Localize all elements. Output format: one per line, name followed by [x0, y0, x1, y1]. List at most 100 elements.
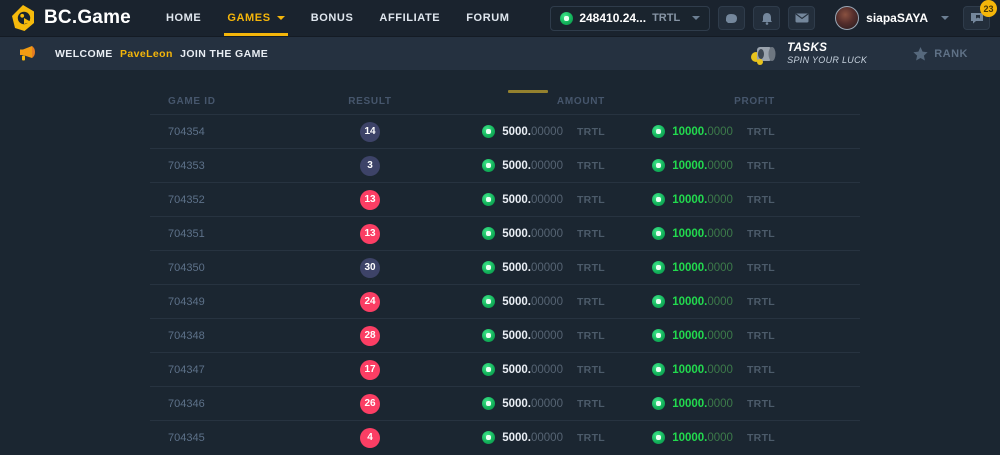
profit-cell: 10000.0000 TRTL: [605, 431, 775, 444]
profit-cell: 10000.0000 TRTL: [605, 261, 775, 274]
megaphone-icon: [18, 45, 37, 62]
trtl-coin-icon: [652, 227, 665, 240]
profit-dec: 0000: [707, 126, 733, 138]
brand-logo[interactable]: BC.Game: [10, 4, 131, 32]
username: siapaSAYA: [866, 11, 928, 25]
nav-home[interactable]: HOME: [153, 0, 214, 36]
trtl-coin-icon: [652, 125, 665, 138]
trtl-coin-icon: [652, 159, 665, 172]
result-badge: 24: [360, 292, 380, 312]
trtl-coin-icon: [482, 431, 495, 444]
nav-forum[interactable]: FORUM: [453, 0, 522, 36]
profit-cell: 10000.0000 TRTL: [605, 295, 775, 308]
table-row[interactable]: 704349 24 5000.00000 TRTL 10000.0000 TRT…: [150, 284, 860, 318]
trtl-coin-icon: [652, 295, 665, 308]
balance-selector[interactable]: 248410.24... TRTL: [550, 6, 710, 31]
table-row[interactable]: 704350 30 5000.00000 TRTL 10000.0000 TRT…: [150, 250, 860, 284]
amount-cell: 5000.00000 TRTL: [430, 261, 605, 274]
trtl-coin-icon: [482, 295, 495, 308]
profit-dec: 0000: [707, 194, 733, 206]
amount-cell: 5000.00000 TRTL: [430, 329, 605, 342]
result-badge: 4: [360, 428, 380, 448]
welcome-username: PaveLeon: [120, 48, 173, 60]
profit-int: 10000.: [672, 194, 707, 206]
trtl-coin-icon: [652, 363, 665, 376]
trtl-coin-icon: [652, 431, 665, 444]
nav-bonus[interactable]: BONUS: [298, 0, 367, 36]
amount-int: 5000.: [502, 262, 531, 274]
amount-currency: TRTL: [577, 194, 605, 206]
profit-cell: 10000.0000 TRTL: [605, 193, 775, 206]
profit-int: 10000.: [672, 432, 707, 444]
profit-dec: 0000: [707, 296, 733, 308]
amount-dec: 00000: [531, 262, 563, 274]
amount-currency: TRTL: [577, 262, 605, 274]
profit-currency: TRTL: [747, 432, 775, 444]
column-profit: PROFIT: [605, 96, 775, 107]
game-id: 704351: [150, 228, 310, 240]
table-header: GAME ID RESULT AMOUNT PROFIT: [150, 88, 860, 114]
messages-button[interactable]: [788, 6, 815, 30]
trtl-coin-icon: [652, 397, 665, 410]
vault-button[interactable]: [718, 6, 745, 30]
profit-dec: 0000: [707, 228, 733, 240]
vault-icon: [724, 12, 739, 25]
amount-cell: 5000.00000 TRTL: [430, 295, 605, 308]
profit-int: 10000.: [672, 262, 707, 274]
table-body: 704354 14 5000.00000 TRTL 10000.0000 TRT…: [150, 114, 860, 454]
rank-link[interactable]: RANK: [913, 47, 968, 61]
table-row[interactable]: 704351 13 5000.00000 TRTL 10000.0000 TRT…: [150, 216, 860, 250]
table-row[interactable]: 704352 13 5000.00000 TRTL 10000.0000 TRT…: [150, 182, 860, 216]
amount-int: 5000.: [502, 398, 531, 410]
balance-currency: TRTL: [652, 12, 680, 24]
welcome-message: WELCOME PaveLeon JOIN THE GAME: [55, 48, 268, 60]
table-row[interactable]: 704347 17 5000.00000 TRTL 10000.0000 TRT…: [150, 352, 860, 386]
game-id: 704346: [150, 398, 310, 410]
trtl-coin-icon: [652, 261, 665, 274]
amount-currency: TRTL: [577, 432, 605, 444]
profit-currency: TRTL: [747, 398, 775, 410]
top-right-cluster: 248410.24... TRTL siapaSAYA: [550, 6, 990, 31]
trtl-coin-icon: [652, 193, 665, 206]
top-bar: BC.Game HOME GAMES BONUS AFFILIATE FORUM…: [0, 0, 1000, 36]
amount-dec: 00000: [531, 432, 563, 444]
column-amount: AMOUNT: [430, 96, 605, 107]
notifications-button[interactable]: [753, 6, 780, 30]
table-row[interactable]: 704345 4 5000.00000 TRTL 10000.0000 TRTL: [150, 420, 860, 454]
profit-int: 10000.: [672, 398, 707, 410]
profit-dec: 0000: [707, 364, 733, 376]
table-row[interactable]: 704346 26 5000.00000 TRTL 10000.0000 TRT…: [150, 386, 860, 420]
profit-dec: 0000: [707, 398, 733, 410]
profit-currency: TRTL: [747, 262, 775, 274]
main-nav: HOME GAMES BONUS AFFILIATE FORUM: [153, 0, 523, 36]
profit-dec: 0000: [707, 432, 733, 444]
profit-currency: TRTL: [747, 160, 775, 172]
profit-int: 10000.: [672, 364, 707, 376]
chat-button[interactable]: 23: [963, 6, 990, 30]
chevron-down-icon: [941, 16, 949, 20]
result-badge: 28: [360, 326, 380, 346]
mail-icon: [795, 13, 809, 23]
banner-right-cluster: TASKS SPIN YOUR LUCK RANK: [748, 42, 982, 66]
amount-dec: 00000: [531, 194, 563, 206]
profit-currency: TRTL: [747, 296, 775, 308]
amount-int: 5000.: [502, 194, 531, 206]
table-row[interactable]: 704354 14 5000.00000 TRTL 10000.0000 TRT…: [150, 114, 860, 148]
amount-currency: TRTL: [577, 330, 605, 342]
trtl-coin-icon: [482, 397, 495, 410]
balance-value: 248410.24...: [579, 11, 646, 25]
table-row[interactable]: 704348 28 5000.00000 TRTL 10000.0000 TRT…: [150, 318, 860, 352]
nav-affiliate[interactable]: AFFILIATE: [366, 0, 453, 36]
user-menu[interactable]: siapaSAYA: [835, 6, 949, 30]
amount-dec: 00000: [531, 160, 563, 172]
active-tab-indicator: [508, 90, 548, 93]
nav-games[interactable]: GAMES: [214, 0, 297, 36]
amount-currency: TRTL: [577, 364, 605, 376]
game-id: 704354: [150, 126, 310, 138]
amount-dec: 00000: [531, 296, 563, 308]
table-row[interactable]: 704353 3 5000.00000 TRTL 10000.0000 TRTL: [150, 148, 860, 182]
amount-dec: 00000: [531, 364, 563, 376]
profit-cell: 10000.0000 TRTL: [605, 159, 775, 172]
profit-currency: TRTL: [747, 364, 775, 376]
tasks-link[interactable]: TASKS SPIN YOUR LUCK: [748, 42, 867, 66]
